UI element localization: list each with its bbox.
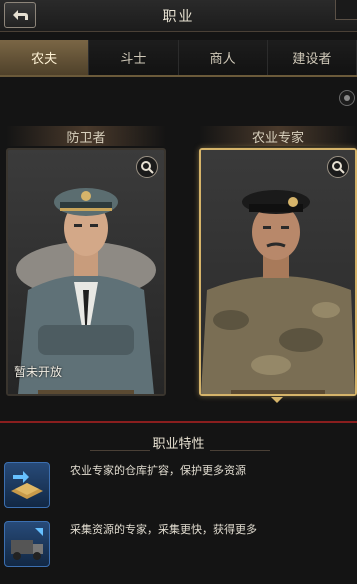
profession-tabs: 农夫 斗士 商人 建设者 <box>0 40 357 77</box>
trait-item: 农业专家的仓库扩容，保护更多资源 <box>0 460 357 514</box>
warehouse-expand-icon <box>4 462 50 508</box>
card-label-defender: 防卫者 <box>6 126 166 146</box>
tab-fighter[interactable]: 斗士 <box>89 40 179 75</box>
card-bottom-bar <box>231 390 325 394</box>
traits-title: 职业特性 <box>152 437 205 452</box>
eye-icon[interactable] <box>339 90 355 106</box>
selection-arrow-icon <box>271 397 283 403</box>
trait-item: 采集资源的专家，采集更快，获得更多 <box>0 519 357 573</box>
status-not-open: 暂未开放 <box>14 365 63 379</box>
magnify-icon <box>332 161 345 174</box>
card-label-agri-expert: 农业专家 <box>199 126 357 146</box>
tab-merchant[interactable]: 商人 <box>178 40 268 75</box>
trait-text: 农业专家的仓库扩容，保护更多资源 <box>70 464 246 477</box>
tab-builder[interactable]: 建设者 <box>267 40 357 75</box>
trait-text: 采集资源的专家，采集更快，获得更多 <box>70 523 257 536</box>
defender-portrait <box>8 150 164 394</box>
card-bottom-bar <box>38 390 134 394</box>
page-title: 职业 <box>162 9 195 25</box>
traits-line-left <box>90 450 150 451</box>
header-bar: 职业 <box>0 0 357 32</box>
magnify-button-defender[interactable] <box>136 156 158 178</box>
magnify-button-agri-expert[interactable] <box>327 156 349 178</box>
agri-expert-portrait <box>201 150 355 394</box>
tab-farmer[interactable]: 农夫 <box>0 40 90 75</box>
gathering-truck-icon <box>4 521 50 567</box>
corner-decoration <box>335 0 357 20</box>
card-defender[interactable]: 暂未开放 <box>6 148 166 396</box>
magnify-icon <box>141 161 154 174</box>
section-divider <box>0 421 357 423</box>
card-agri-expert[interactable] <box>199 148 357 396</box>
traits-line-right <box>210 450 270 451</box>
